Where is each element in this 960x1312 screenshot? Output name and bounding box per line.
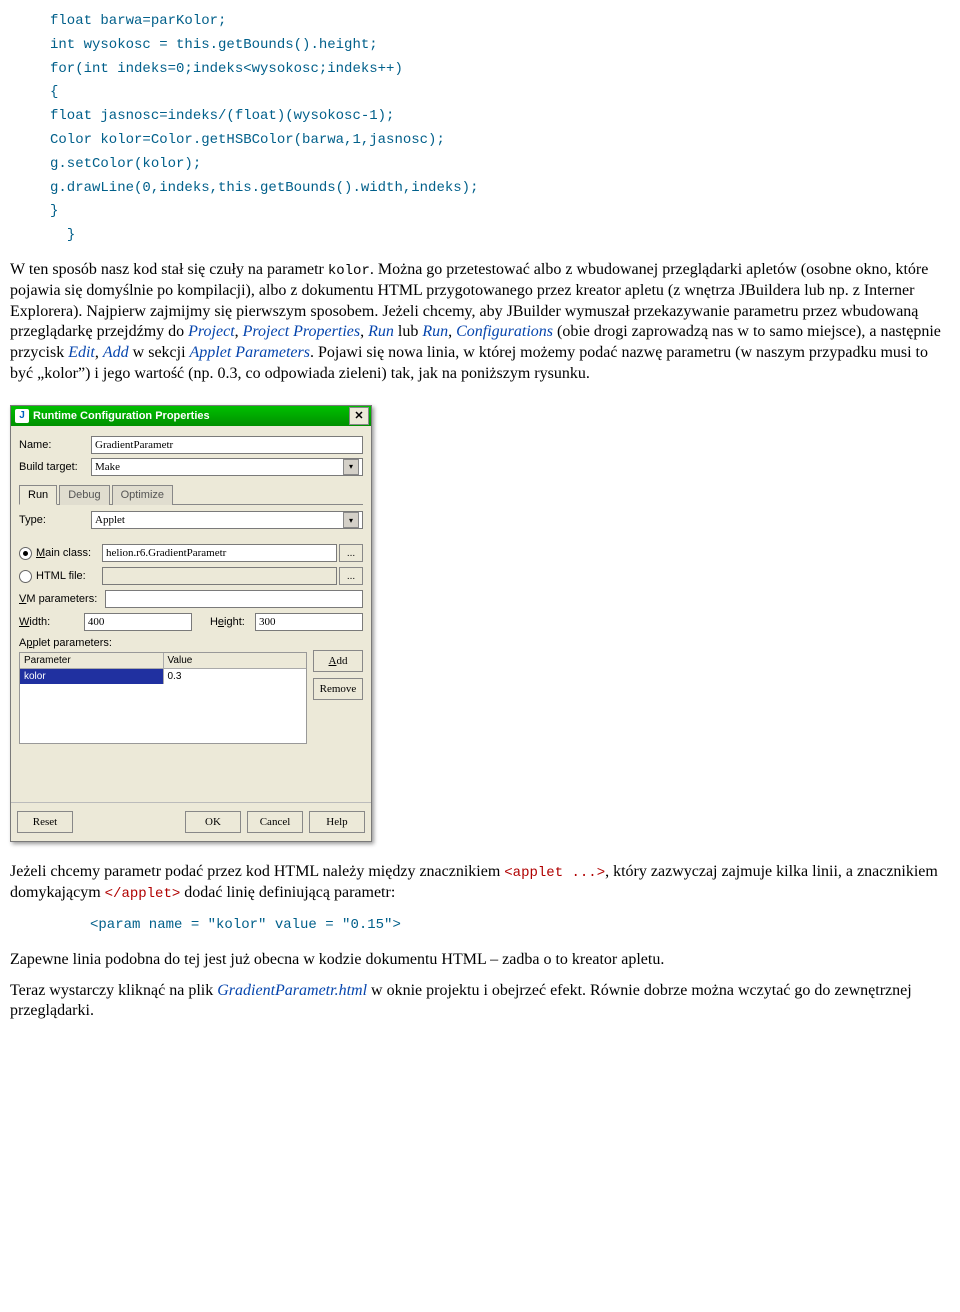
main-class-radio[interactable] xyxy=(19,547,32,560)
browse-main-class-button[interactable]: ... xyxy=(339,544,363,562)
name-input[interactable]: GradientParametr xyxy=(91,436,363,454)
menu-ref: Edit xyxy=(68,344,95,361)
code-line: for(int indeks=0;indeks<wysokosc;indeks+… xyxy=(50,61,403,77)
tabs: Run Debug Optimize xyxy=(19,484,363,505)
remove-button[interactable]: Remove xyxy=(313,678,363,700)
main-class-input[interactable]: helion.r6.GradientParametr xyxy=(102,544,337,562)
code-line: } xyxy=(50,203,58,219)
help-button[interactable]: Help xyxy=(309,811,365,833)
height-label: Height: xyxy=(210,615,255,629)
main-class-label: Main class: xyxy=(36,546,102,560)
tab-optimize[interactable]: Optimize xyxy=(112,485,173,505)
param-header: Parameter xyxy=(20,653,164,668)
code-line: Color kolor=Color.getHSBColor(barwa,1,ja… xyxy=(50,132,445,148)
code-line: float jasnosc=indeks/(float)(wysokosc-1)… xyxy=(50,108,394,124)
code-block-1: float barwa=parKolor; int wysokosc = thi… xyxy=(50,10,950,248)
width-label: Width: xyxy=(19,615,84,629)
vm-params-input[interactable] xyxy=(105,590,363,608)
browse-html-button[interactable]: ... xyxy=(339,567,363,585)
ok-button[interactable]: OK xyxy=(185,811,241,833)
value-header: Value xyxy=(164,653,307,668)
paragraph-3: Zapewne linia podobna do tej jest już ob… xyxy=(10,950,950,971)
build-target-label: Build target: xyxy=(19,460,91,474)
runtime-config-dialog: J Runtime Configuration Properties ✕ Nam… xyxy=(10,405,372,843)
close-button[interactable]: ✕ xyxy=(349,407,369,425)
width-input[interactable]: 400 xyxy=(84,613,192,631)
build-target-select[interactable]: Make ▾ xyxy=(91,458,363,476)
menu-ref: Project Properties xyxy=(243,323,360,340)
param-value-cell[interactable]: 0.3 xyxy=(164,669,307,684)
menu-ref: Configurations xyxy=(456,323,553,340)
type-label: Type: xyxy=(19,513,91,527)
reset-button[interactable]: Reset xyxy=(17,811,73,833)
inline-code: </applet> xyxy=(105,886,181,902)
menu-ref: Run xyxy=(422,323,448,340)
jbuilder-icon: J xyxy=(15,409,29,423)
type-select[interactable]: Applet ▾ xyxy=(91,511,363,529)
cancel-button[interactable]: Cancel xyxy=(247,811,303,833)
menu-ref: Applet Parameters xyxy=(190,344,310,361)
vm-params-label: VM parameters: xyxy=(19,592,105,606)
tab-run[interactable]: Run xyxy=(19,485,57,505)
height-input[interactable]: 300 xyxy=(255,613,363,631)
code-line: { xyxy=(50,84,58,100)
html-file-radio[interactable] xyxy=(19,570,32,583)
code-line: int wysokosc = this.getBounds().height; xyxy=(50,37,378,53)
applet-params-table[interactable]: Parameter Value kolor 0.3 xyxy=(19,652,307,744)
dialog-titlebar[interactable]: J Runtime Configuration Properties ✕ xyxy=(11,406,371,426)
chevron-down-icon: ▾ xyxy=(343,512,359,528)
menu-ref: Run xyxy=(368,323,394,340)
file-ref: GradientParametr.html xyxy=(217,982,367,999)
code-block-2: <param name = "kolor" value = "0.15"> xyxy=(90,914,950,938)
tab-debug[interactable]: Debug xyxy=(59,485,109,505)
inline-code: <applet ...> xyxy=(504,865,605,881)
code-line: } xyxy=(67,227,75,243)
menu-ref: Project xyxy=(188,323,235,340)
menu-ref: Add xyxy=(103,344,129,361)
param-name-cell[interactable]: kolor xyxy=(20,669,164,684)
chevron-down-icon: ▾ xyxy=(343,459,359,475)
add-button[interactable]: Add xyxy=(313,650,363,672)
table-row[interactable]: kolor 0.3 xyxy=(20,669,306,684)
dialog-title: Runtime Configuration Properties xyxy=(33,409,349,423)
inline-code: kolor xyxy=(328,263,370,279)
html-file-input xyxy=(102,567,337,585)
code-line: g.drawLine(0,indeks,this.getBounds().wid… xyxy=(50,180,478,196)
code-line: g.setColor(kolor); xyxy=(50,156,201,172)
html-file-label: HTML file: xyxy=(36,569,102,583)
code-line: <param name = "kolor" value = "0.15"> xyxy=(90,917,401,933)
paragraph-4: Teraz wystarczy kliknąć na plik Gradient… xyxy=(10,981,950,1023)
name-label: Name: xyxy=(19,438,91,452)
paragraph-2: Jeżeli chcemy parametr podać przez kod H… xyxy=(10,862,950,904)
applet-params-label: Applet parameters: xyxy=(19,636,363,650)
paragraph-1: W ten sposób nasz kod stał się czuły na … xyxy=(10,260,950,385)
code-line: float barwa=parKolor; xyxy=(50,13,226,29)
